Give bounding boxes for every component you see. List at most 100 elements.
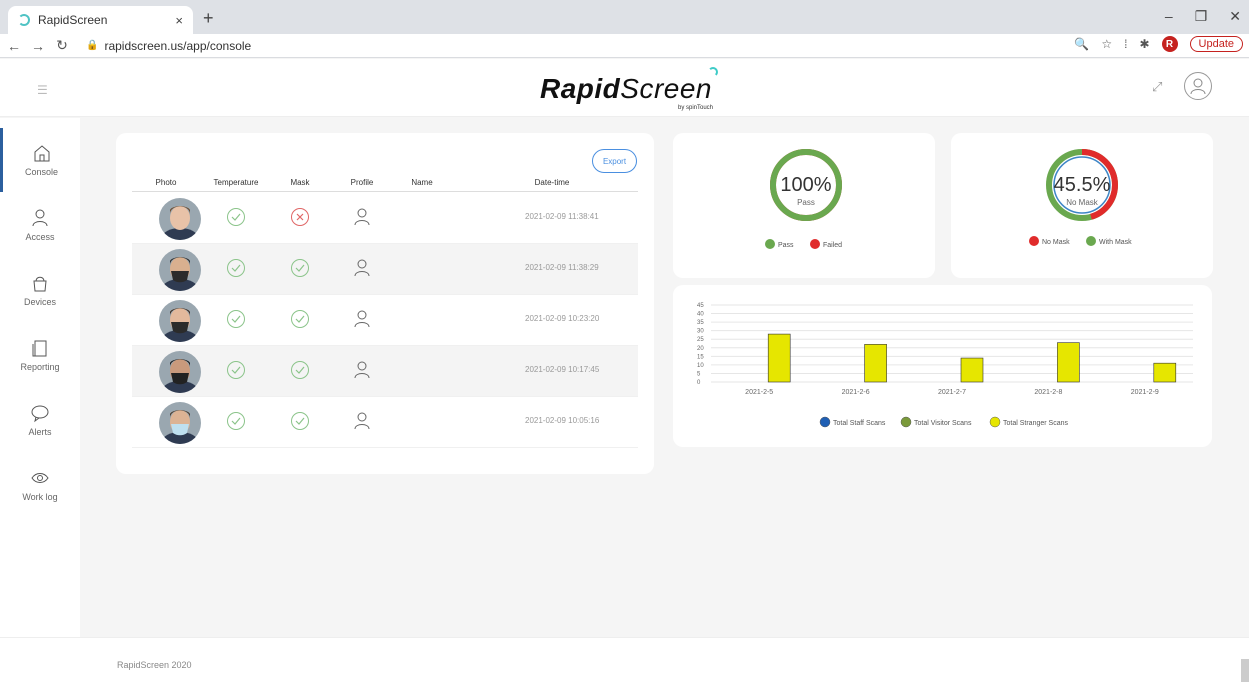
scan-photo-avatar[interactable]: [159, 402, 201, 444]
profile-icon[interactable]: [352, 360, 372, 380]
menu-toggle-icon[interactable]: ☰: [37, 83, 48, 97]
y-tick-label: 5: [697, 371, 701, 377]
tab-close-icon[interactable]: ×: [175, 13, 183, 28]
app-logo: RapidScreen: [540, 73, 712, 104]
legend-label-failed: Failed: [823, 242, 842, 249]
sidebar-item-label: Alerts: [28, 427, 52, 437]
legend-label: Total Stranger Scans: [1003, 420, 1068, 427]
legend-label: Total Visitor Scans: [914, 420, 972, 427]
scan-datetime: 2021-02-09 10:17:45: [525, 365, 600, 374]
column-header-datetime: Date-time: [534, 178, 570, 187]
bar-stranger-scans: [767, 333, 791, 383]
report-icon: [32, 340, 47, 357]
tab-title: RapidScreen: [38, 13, 108, 27]
scan-photo-avatar[interactable]: [159, 249, 201, 291]
extension-icon[interactable]: ⁞: [1124, 37, 1127, 51]
export-button[interactable]: Export: [592, 149, 637, 173]
profile-avatar[interactable]: R: [1161, 36, 1178, 52]
mask-check-icon: [290, 309, 310, 329]
sidebar-item-work-log[interactable]: Work log: [0, 453, 80, 517]
scan-photo-avatar[interactable]: [159, 300, 201, 342]
y-tick-label: 15: [697, 354, 704, 360]
legend-label-with-mask: With Mask: [1099, 239, 1132, 246]
app-header: ☰ RapidScreen by spinTouch ⤢: [0, 59, 1249, 117]
legend-swatch: [989, 416, 1001, 428]
sidebar-item-reporting[interactable]: Reporting: [0, 323, 80, 387]
browser-actions: 🔍 ☆ ⁞ ✱ R Update: [1074, 36, 1243, 52]
table-row[interactable]: 2021-02-09 11:38:29: [132, 244, 638, 295]
reload-icon[interactable]: ↻: [52, 37, 72, 54]
update-button[interactable]: Update: [1189, 36, 1243, 52]
sidebar-item-access[interactable]: Access: [0, 193, 80, 257]
puzzle-icon[interactable]: ✱: [1139, 37, 1149, 51]
temperature-check-icon: [226, 258, 246, 278]
table-row[interactable]: 2021-02-09 10:17:45: [132, 346, 638, 397]
page-scrollbar[interactable]: [1241, 659, 1249, 682]
pass-rate-card: 100% Pass Pass Failed: [673, 133, 935, 278]
y-tick-label: 40: [697, 312, 704, 318]
x-tick-label: 2021-2-7: [938, 389, 966, 396]
bookmark-star-icon[interactable]: ☆: [1101, 37, 1112, 51]
pass-donut-label: Pass: [797, 198, 815, 207]
daily-scans-bar-chart: 0 5 10 15 20 25 30 35 40 45 2021-2-5 2021-2-6 2021-2…: [697, 303, 1193, 428]
eye-icon: [31, 473, 49, 483]
bar-stranger-scans: [864, 344, 887, 383]
sidebar-item-label: Reporting: [20, 362, 60, 372]
legend-swatch: [819, 416, 831, 428]
table-row[interactable]: 2021-02-09 10:05:16: [132, 397, 638, 448]
y-tick-label: 20: [697, 346, 704, 352]
restore-icon[interactable]: ❐: [1195, 8, 1208, 25]
x-tick-label: 2021-2-9: [1131, 389, 1159, 396]
home-icon: [34, 145, 49, 162]
temperature-check-icon: [226, 207, 246, 227]
bar-stranger-scans: [1153, 362, 1177, 383]
table-row[interactable]: 2021-02-09 10:23:20: [132, 295, 638, 346]
footer-copyright: RapidScreen 2020: [117, 660, 192, 670]
fullscreen-icon[interactable]: ⤢: [1152, 79, 1162, 95]
sidebar-item-alerts[interactable]: Alerts: [0, 388, 80, 452]
url-field[interactable]: rapidscreen.us/app/console: [104, 39, 251, 53]
profile-icon[interactable]: [352, 411, 372, 431]
device-icon: [33, 276, 47, 292]
y-tick-label: 0: [697, 380, 701, 386]
sidebar-item-label: Work log: [22, 492, 58, 502]
profile-icon[interactable]: [352, 258, 372, 278]
profile-icon[interactable]: [352, 207, 372, 227]
sidebar-item-console[interactable]: Console: [0, 128, 80, 192]
x-tick-label: 2021-2-5: [745, 389, 773, 396]
logo-subtitle: by spinTouch: [678, 105, 714, 111]
lock-icon: 🔒: [86, 40, 99, 51]
zoom-icon[interactable]: 🔍: [1074, 37, 1089, 51]
x-tick-label: 2021-2-6: [842, 389, 870, 396]
mask-donut-value: 45.5%: [1054, 174, 1111, 196]
user-profile-icon[interactable]: [1184, 72, 1212, 100]
y-tick-label: 45: [697, 303, 704, 309]
sidebar: Console Access Devices Reporting Alerts …: [0, 118, 80, 638]
forward-icon[interactable]: →: [28, 38, 48, 54]
scan-photo-avatar[interactable]: [159, 351, 201, 393]
chat-icon: [31, 405, 49, 423]
column-header-name: Name: [411, 178, 433, 187]
new-tab-button[interactable]: +: [203, 8, 214, 29]
daily-scans-card: 0 5 10 15 20 25 30 35 40 45 2021-2-5 2021-2-6 2021-2…: [673, 285, 1212, 447]
legend-label-no-mask: No Mask: [1042, 239, 1070, 246]
back-icon[interactable]: ←: [4, 38, 24, 54]
logo-arc-icon: [708, 67, 718, 77]
table-row[interactable]: 2021-02-09 11:38:41: [132, 193, 638, 244]
minimize-icon[interactable]: –: [1165, 8, 1173, 25]
temperature-check-icon: [226, 360, 246, 380]
legend-swatch-failed: [810, 239, 820, 249]
profile-icon[interactable]: [352, 309, 372, 329]
scan-datetime: 2021-02-09 10:23:20: [525, 314, 600, 323]
scan-datetime: 2021-02-09 10:05:16: [525, 416, 600, 425]
browser-tabbar: RapidScreen × + – ❐ ✕: [0, 0, 1249, 34]
close-window-icon[interactable]: ✕: [1229, 8, 1241, 25]
column-header-photo: Photo: [155, 178, 177, 187]
scan-photo-avatar[interactable]: [159, 198, 201, 240]
sidebar-item-devices[interactable]: Devices: [0, 258, 80, 322]
mask-cross-icon: [290, 207, 310, 227]
scans-table-card: Export Photo Temperature Mask Profile Na…: [116, 133, 654, 474]
y-tick-label: 30: [697, 329, 704, 335]
browser-tab[interactable]: RapidScreen ×: [8, 6, 193, 34]
legend-swatch-with-mask: [1086, 236, 1096, 246]
